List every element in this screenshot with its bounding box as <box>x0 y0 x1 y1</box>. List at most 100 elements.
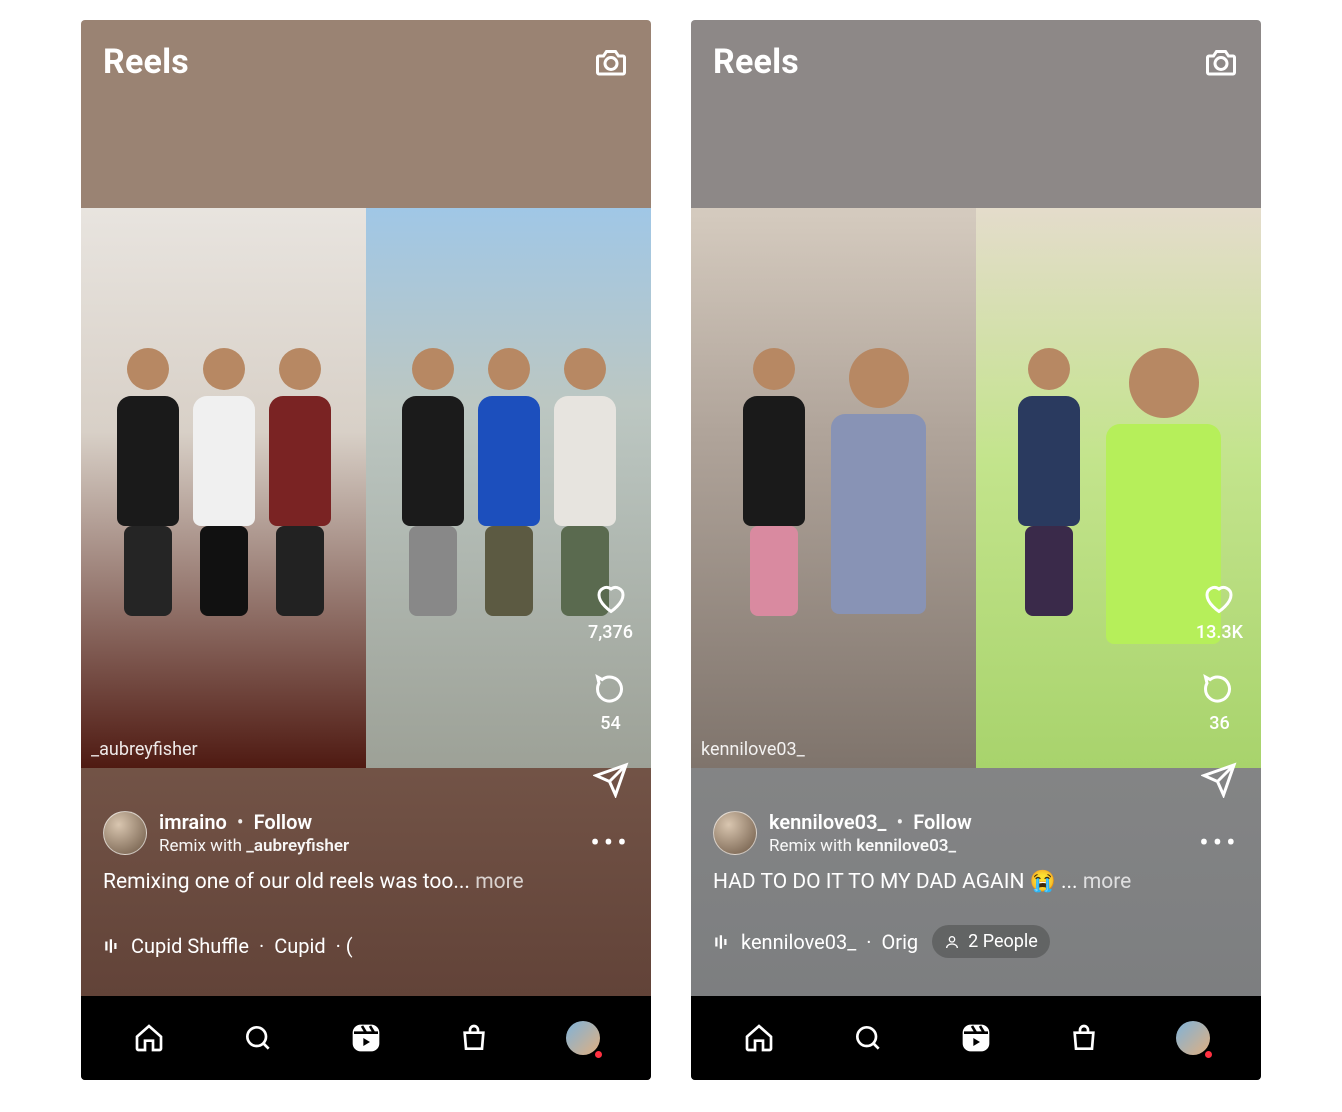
remix-prefix: Remix with <box>769 836 852 856</box>
nav-shop[interactable] <box>1064 1018 1104 1058</box>
audio-track: kennilove03_ <box>741 930 856 954</box>
comment-button[interactable]: 36 <box>1201 671 1237 734</box>
audio-row[interactable]: Cupid Shuffle · Cupid · ( <box>103 934 561 958</box>
video-split: _aubreyfisher <box>81 208 651 768</box>
bottom-nav <box>81 996 651 1080</box>
topbar: Reels <box>691 20 1261 98</box>
audio-artist: Orig <box>882 930 919 954</box>
search-icon <box>242 1022 274 1054</box>
nav-shop[interactable] <box>454 1018 494 1058</box>
remix-username: _aubreyfisher <box>246 836 349 856</box>
tagged-people-pill[interactable]: 2 People <box>932 925 1050 958</box>
separator-dot: • <box>237 810 244 834</box>
people-illustration <box>691 348 976 618</box>
audio-icon <box>713 933 731 951</box>
user-line: imraino • Follow Remix with _aubreyfishe… <box>103 810 561 856</box>
caption-more[interactable]: more <box>1083 870 1131 894</box>
remix-line[interactable]: Remix with kennilove03_ <box>769 836 972 856</box>
audio-artist: Cupid <box>274 934 325 958</box>
video-area[interactable]: _aubreyfisher <box>81 98 651 768</box>
audio-pill: kennilove03_ · Orig <box>713 930 918 954</box>
nav-profile[interactable] <box>563 1018 603 1058</box>
caption[interactable]: HAD TO DO IT TO MY DAD AGAIN 😭 ... more <box>713 868 1171 896</box>
meta-block: kennilove03_ • Follow Remix with kennilo… <box>713 810 1171 896</box>
more-button[interactable]: ••• <box>590 826 630 859</box>
tagged-label: 2 People <box>968 931 1038 952</box>
remix-line[interactable]: Remix with _aubreyfisher <box>159 836 349 856</box>
reels-icon <box>960 1022 992 1054</box>
audio-icon <box>103 937 121 955</box>
nav-reels[interactable] <box>956 1018 996 1058</box>
video-area[interactable]: kennilove03_ <box>691 98 1261 768</box>
search-icon <box>852 1022 884 1054</box>
left-watermark: _aubreyfisher <box>91 739 198 760</box>
nav-search[interactable] <box>848 1018 888 1058</box>
action-rail: 7,376 54 ••• <box>588 580 633 859</box>
heart-icon <box>593 580 629 616</box>
video-left-half: _aubreyfisher <box>81 208 366 768</box>
like-button[interactable]: 13.3K <box>1196 580 1243 643</box>
topbar: Reels <box>81 20 651 98</box>
people-illustration <box>976 348 1261 618</box>
profile-avatar-icon <box>1176 1021 1210 1055</box>
audio-sep: · <box>259 934 264 958</box>
screen-content: Reels kennilove03_ <box>691 20 1261 996</box>
nav-search[interactable] <box>238 1018 278 1058</box>
shop-icon <box>1068 1022 1100 1054</box>
shop-icon <box>458 1022 490 1054</box>
more-icon: ••• <box>1199 826 1239 859</box>
home-icon <box>743 1022 775 1054</box>
reel-screen-1: Reels _aubreyfisher <box>81 20 651 1080</box>
comment-icon <box>593 671 629 707</box>
remix-prefix: Remix with <box>159 836 242 856</box>
avatar[interactable] <box>713 811 757 855</box>
nav-home[interactable] <box>129 1018 169 1058</box>
audio-row[interactable]: kennilove03_ · Orig 2 People <box>713 925 1171 958</box>
reels-icon <box>350 1022 382 1054</box>
share-icon <box>1201 762 1237 798</box>
nav-profile[interactable] <box>1173 1018 1213 1058</box>
comment-button[interactable]: 54 <box>593 671 629 734</box>
follow-button[interactable]: Follow <box>254 810 313 834</box>
meta-block: imraino • Follow Remix with _aubreyfishe… <box>103 810 561 896</box>
share-button[interactable] <box>593 762 629 798</box>
bottom-nav <box>691 996 1261 1080</box>
like-count: 13.3K <box>1196 622 1243 643</box>
more-icon: ••• <box>590 826 630 859</box>
nav-reels[interactable] <box>346 1018 386 1058</box>
username[interactable]: kennilove03_ <box>769 810 886 834</box>
nav-home[interactable] <box>739 1018 779 1058</box>
follow-button[interactable]: Follow <box>913 810 972 834</box>
person-icon <box>944 934 960 950</box>
comment-icon <box>1201 671 1237 707</box>
people-illustration <box>81 348 366 618</box>
audio-track: Cupid Shuffle <box>131 934 249 958</box>
share-icon <box>593 762 629 798</box>
remix-username: kennilove03_ <box>856 836 956 856</box>
like-count: 7,376 <box>588 622 633 643</box>
avatar[interactable] <box>103 811 147 855</box>
people-illustration <box>366 348 651 618</box>
audio-pill: Cupid Shuffle · Cupid · ( <box>103 934 353 958</box>
share-button[interactable] <box>1201 762 1237 798</box>
action-rail: 13.3K 36 ••• <box>1196 580 1243 859</box>
caption-text: Remixing one of our old reels was too... <box>103 870 470 894</box>
audio-sep: · <box>866 930 871 954</box>
caption-more[interactable]: more <box>475 870 523 894</box>
video-left-half: kennilove03_ <box>691 208 976 768</box>
profile-avatar-icon <box>566 1021 600 1055</box>
page-title: Reels <box>713 42 799 82</box>
caption-text: HAD TO DO IT TO MY DAD AGAIN 😭 ... <box>713 870 1078 894</box>
audio-tail: · ( <box>336 934 353 958</box>
camera-icon[interactable] <box>593 44 629 80</box>
caption[interactable]: Remixing one of our old reels was too...… <box>103 868 561 896</box>
more-button[interactable]: ••• <box>1199 826 1239 859</box>
username[interactable]: imraino <box>159 810 227 834</box>
reel-screen-2: Reels kennilove03_ <box>691 20 1261 1080</box>
page-title: Reels <box>103 42 189 82</box>
separator-dot: • <box>896 810 903 834</box>
comment-count: 36 <box>1209 713 1229 734</box>
like-button[interactable]: 7,376 <box>588 580 633 643</box>
user-line: kennilove03_ • Follow Remix with kennilo… <box>713 810 1171 856</box>
camera-icon[interactable] <box>1203 44 1239 80</box>
